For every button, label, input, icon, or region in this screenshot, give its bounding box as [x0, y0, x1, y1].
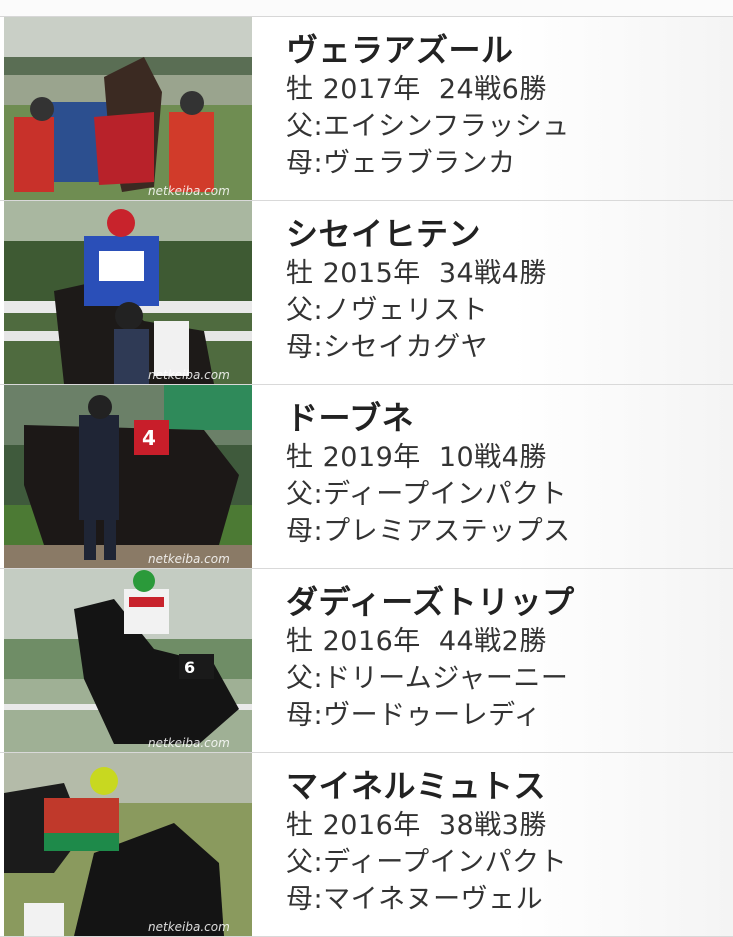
- horse-name[interactable]: ダディーズトリップ: [286, 581, 726, 623]
- photo-credit: netkeiba.com: [148, 368, 230, 382]
- horse-sex: 牡: [286, 74, 314, 105]
- horse-race-record: 34戦4勝: [438, 258, 547, 289]
- horse-list-item[interactable]: netkeiba.com マイネルミュトス 牡 2016年 38戦3勝 父:ディー…: [0, 753, 733, 937]
- horse-dam: 母:シセイカグヤ: [286, 332, 489, 363]
- horse-profile: 牡 2015年 34戦4勝: [286, 255, 726, 292]
- horse-photo[interactable]: netkeiba.com: [4, 753, 252, 936]
- horse-list-item[interactable]: 6 netkeiba.com ダディーズトリップ 牡 2016年 44戦2勝 父:…: [0, 569, 733, 753]
- horse-profile: 牡 2016年 44戦2勝: [286, 623, 726, 660]
- horse-sire: 父:ドリームジャーニー: [286, 663, 569, 694]
- horse-birth-year: 2017年: [322, 74, 421, 105]
- horse-dam: 母:ヴェラブランカ: [286, 148, 516, 179]
- horse-dam: 母:ヴードゥーレディ: [286, 700, 542, 731]
- horse-sire: 父:ノヴェリスト: [286, 295, 489, 326]
- horse-race-record: 44戦2勝: [438, 626, 547, 657]
- horse-race-record: 10戦4勝: [438, 442, 547, 473]
- horse-race-record: 24戦6勝: [438, 74, 547, 105]
- horse-info: ドーブネ 牡 2019年 10戦4勝 父:ディープインパクト 母:プレミアステップ…: [286, 397, 726, 550]
- horse-profile: 牡 2017年 24戦6勝: [286, 71, 726, 108]
- horse-profile: 牡 2016年 38戦3勝: [286, 807, 726, 844]
- photo-credit: netkeiba.com: [148, 552, 230, 566]
- photo-credit: netkeiba.com: [148, 736, 230, 750]
- horse-name[interactable]: ドーブネ: [286, 397, 726, 439]
- horse-info: マイネルミュトス 牡 2016年 38戦3勝 父:ディープインパクト 母:マイネヌ…: [286, 765, 726, 918]
- horse-race-record: 38戦3勝: [438, 810, 547, 841]
- horse-name[interactable]: マイネルミュトス: [286, 765, 726, 807]
- horse-sire: 父:エイシンフラッシュ: [286, 111, 570, 142]
- horse-dam: 母:マイネヌーヴェル: [286, 884, 544, 915]
- horse-info: シセイヒテン 牡 2015年 34戦4勝 父:ノヴェリスト 母:シセイカグヤ: [286, 213, 726, 366]
- photo-credit: netkeiba.com: [148, 920, 230, 934]
- horse-birth-year: 2015年: [322, 258, 421, 289]
- horse-name[interactable]: シセイヒテン: [286, 213, 726, 255]
- horse-birth-year: 2016年: [322, 626, 421, 657]
- horse-list-item[interactable]: 4 netkeiba.com ドーブネ 牡 2019年 10戦4勝 父:ディープイ…: [0, 385, 733, 569]
- horse-birth-year: 2016年: [322, 810, 421, 841]
- horse-sire: 父:ディープインパクト: [286, 847, 568, 878]
- horse-list-item[interactable]: netkeiba.com シセイヒテン 牡 2015年 34戦4勝 父:ノヴェリス…: [0, 201, 733, 385]
- horse-photo[interactable]: 4 netkeiba.com: [4, 385, 252, 568]
- top-header-strip: [0, 0, 733, 17]
- horse-list: netkeiba.com ヴェラアズール 牡 2017年 24戦6勝 父:エイシン…: [0, 17, 733, 937]
- horse-photo[interactable]: 6 netkeiba.com: [4, 569, 252, 752]
- horse-profile: 牡 2019年 10戦4勝: [286, 439, 726, 476]
- horse-name[interactable]: ヴェラアズール: [286, 29, 726, 71]
- horse-sex: 牡: [286, 810, 314, 841]
- horse-info: ヴェラアズール 牡 2017年 24戦6勝 父:エイシンフラッシュ 母:ヴェラブラ…: [286, 29, 726, 182]
- horse-sex: 牡: [286, 442, 314, 473]
- horse-birth-year: 2019年: [322, 442, 421, 473]
- horse-dam: 母:プレミアステップス: [286, 516, 571, 547]
- horse-list-item[interactable]: netkeiba.com ヴェラアズール 牡 2017年 24戦6勝 父:エイシン…: [0, 17, 733, 201]
- horse-sex: 牡: [286, 626, 314, 657]
- svg-text:6: 6: [184, 658, 195, 677]
- horse-info: ダディーズトリップ 牡 2016年 44戦2勝 父:ドリームジャーニー 母:ヴード…: [286, 581, 726, 734]
- horse-photo[interactable]: netkeiba.com: [4, 17, 252, 200]
- horse-sex: 牡: [286, 258, 314, 289]
- horse-photo[interactable]: netkeiba.com: [4, 201, 252, 384]
- horse-sire: 父:ディープインパクト: [286, 479, 568, 510]
- svg-text:4: 4: [142, 426, 156, 450]
- photo-credit: netkeiba.com: [148, 184, 230, 198]
